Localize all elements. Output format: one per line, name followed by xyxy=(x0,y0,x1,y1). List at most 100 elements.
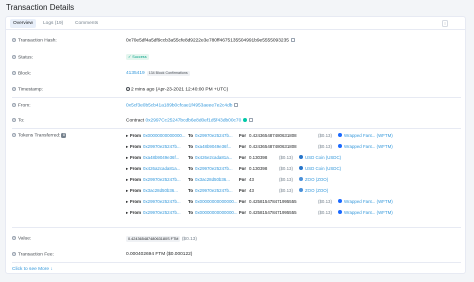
token-to-link[interactable]: 0x426e2cada81a... xyxy=(195,155,232,161)
divider xyxy=(12,97,461,98)
token-transfer-row: ▸ From 0x29970e25247b... To 0xa48b9049e36f..… xyxy=(6,144,467,150)
copy-icon[interactable] xyxy=(234,103,239,107)
token-from-link[interactable]: 0xa48b9049e36f... xyxy=(143,155,179,161)
from-value: 0x5cf3e0b5cb41a189b0cfcae1f4953aeee7e2c4… xyxy=(126,103,239,109)
bullet: ▸ xyxy=(126,166,129,171)
to-label: To xyxy=(188,166,194,171)
token-name-link[interactable]: Wrapped Fant... (WFTM) xyxy=(344,199,393,205)
block-link[interactable]: 4135419 xyxy=(126,71,145,76)
to-label: To xyxy=(188,177,194,182)
tab-overview[interactable]: Overview xyxy=(10,19,36,28)
token-to-link[interactable]: 0x00000000000000... xyxy=(195,210,237,216)
token-usd: ($0.13) xyxy=(318,210,332,215)
token-name-link[interactable]: ZOO (ZOO) xyxy=(305,177,328,183)
bullet: ▸ xyxy=(126,155,129,160)
divider xyxy=(12,227,461,228)
token-name-link[interactable]: Wrapped Fant... (WFTM) xyxy=(344,144,393,150)
for-label: For xyxy=(239,199,247,204)
token-usd: ($0.13) xyxy=(279,155,293,160)
value-label: ? Value: xyxy=(12,236,32,242)
bullet: ▸ xyxy=(126,210,129,215)
token-name-link[interactable]: Wrapped Fant... (WFTM) xyxy=(344,133,393,139)
token-amount: 43 xyxy=(249,188,254,193)
fee-value: 0.000402694 FTM ($0.000122) xyxy=(126,252,193,257)
bullet: ▸ xyxy=(126,177,129,182)
tab-bar: Overview Logs (19) Comments ⁝ xyxy=(6,17,465,30)
to-label: To xyxy=(188,133,194,138)
token-amount: 0.130398 xyxy=(249,166,268,171)
from-label: From xyxy=(130,177,141,182)
token-from-link[interactable]: 0x00000000000000... xyxy=(143,133,185,139)
bullet: ▸ xyxy=(126,133,129,138)
to-label: To xyxy=(188,188,194,193)
token-amount: 43 xyxy=(249,177,254,182)
token-to-link[interactable]: 0x29970e25247b... xyxy=(195,188,233,194)
help-icon: ? xyxy=(12,87,16,91)
tab-logs[interactable]: Logs (19) xyxy=(40,19,66,28)
token-from-link[interactable]: 0x29970e25247b... xyxy=(143,210,181,216)
token-amount: 0.425815478471995555 xyxy=(249,210,297,215)
bullet: ▸ xyxy=(126,144,129,149)
for-label: For xyxy=(239,144,247,149)
fee-label: ? Transaction Fee: xyxy=(12,252,54,258)
from-label: From xyxy=(130,133,141,138)
token-amount: 0.130398 xyxy=(249,155,268,160)
from-label: ? From: xyxy=(12,103,31,109)
token-usd: ($0.13) xyxy=(318,199,332,204)
page-title: Transaction Details xyxy=(6,3,75,12)
for-label: For xyxy=(239,166,247,171)
token-transfer-row: ▸ From 0x29970e25247b... To 0x00000000000000… xyxy=(6,210,467,216)
help-icon: ? xyxy=(12,103,16,107)
to-label: To xyxy=(188,144,194,149)
from-label: From xyxy=(130,155,141,160)
for-label: For xyxy=(239,210,247,215)
token-name-link[interactable]: USD Coin (USDC) xyxy=(305,155,341,161)
token-transfer-row: ▸ From 0x29970e25247b... To 0x3ac28d50b36...… xyxy=(6,177,467,183)
value-value: 0.42436548748063180S FTM ($0.13) xyxy=(126,236,198,242)
bullet: ▸ xyxy=(126,188,129,193)
for-label: For xyxy=(239,155,247,160)
token-transfer-row: ▸ From 0x29970e25247b... To 0x00000000000000… xyxy=(6,199,467,205)
more-options-button[interactable]: ⁝ xyxy=(442,20,448,27)
token-amount: 0.425815478471995555 xyxy=(249,199,297,204)
copy-icon[interactable] xyxy=(290,38,295,42)
timestamp-value: 2 mins ago (Apr-23-2021 12:40:00 PM +UTC… xyxy=(126,87,228,93)
token-name-link[interactable]: ZOO (ZOO) xyxy=(305,188,328,194)
from-label: From xyxy=(130,166,141,171)
click-to-see-more-link[interactable]: Click to see More ↓ xyxy=(12,267,53,272)
token-from-link[interactable]: 0x29970e25247b... xyxy=(143,177,181,183)
from-address-link[interactable]: 0x5cf3e0b5cb41a189b0cfcae1f4953aeee7e2c4… xyxy=(126,103,232,108)
token-transfer-row: ▸ From 0x00000000000000... To 0x29970e25247b… xyxy=(6,133,467,139)
token-name-link[interactable]: Wrapped Fant... (WFTM) xyxy=(344,210,393,216)
help-icon: ? xyxy=(12,252,16,256)
token-name-link[interactable]: USD Coin (USDC) xyxy=(305,166,341,172)
token-from-link[interactable]: 0x426a2cada81a... xyxy=(143,166,180,172)
status-badge: ✓ Success xyxy=(126,54,149,60)
to-label: To xyxy=(188,199,194,204)
divider xyxy=(12,262,461,263)
token-from-link[interactable]: 0x29970e25247b... xyxy=(143,144,181,150)
help-icon: ? xyxy=(12,236,16,240)
tab-comments[interactable]: Comments xyxy=(72,19,101,28)
for-label: For xyxy=(239,133,247,138)
to-value: Contract 0x2997Cc25247bcdb6e8d0ef1d5f43d… xyxy=(126,118,254,124)
token-from-link[interactable]: 0x29970e25247b... xyxy=(143,199,181,205)
token-to-link[interactable]: 0x29970e25247b... xyxy=(195,166,233,172)
from-label: From xyxy=(130,188,141,193)
token-to-link[interactable]: 0x00000000000000... xyxy=(195,199,237,205)
confirmations-badge: 134 Block Confirmations xyxy=(146,71,190,76)
clock-icon xyxy=(126,87,130,91)
verified-check-icon xyxy=(243,118,248,122)
token-to-link[interactable]: 0xa48b9049e36f... xyxy=(195,144,231,150)
copy-icon[interactable] xyxy=(249,118,254,122)
from-label: From xyxy=(130,210,141,215)
for-label: For xyxy=(239,188,247,193)
to-contract-link[interactable]: 0x2997Cc25247bcdb6e8d0ef1d5f43db00c70 xyxy=(145,118,241,123)
help-icon: ? xyxy=(12,71,16,75)
bullet: ▸ xyxy=(126,199,129,204)
token-to-link[interactable]: 0x29970e25247b... xyxy=(195,133,233,139)
help-icon: ? xyxy=(12,118,16,122)
token-transfer-row: ▸ From 0x3ac28d50b36... To 0x29970e25247b...… xyxy=(6,188,467,194)
token-to-link[interactable]: 0x3ac28d50b36... xyxy=(195,177,230,183)
token-from-link[interactable]: 0x3ac28d50b36... xyxy=(143,188,178,194)
